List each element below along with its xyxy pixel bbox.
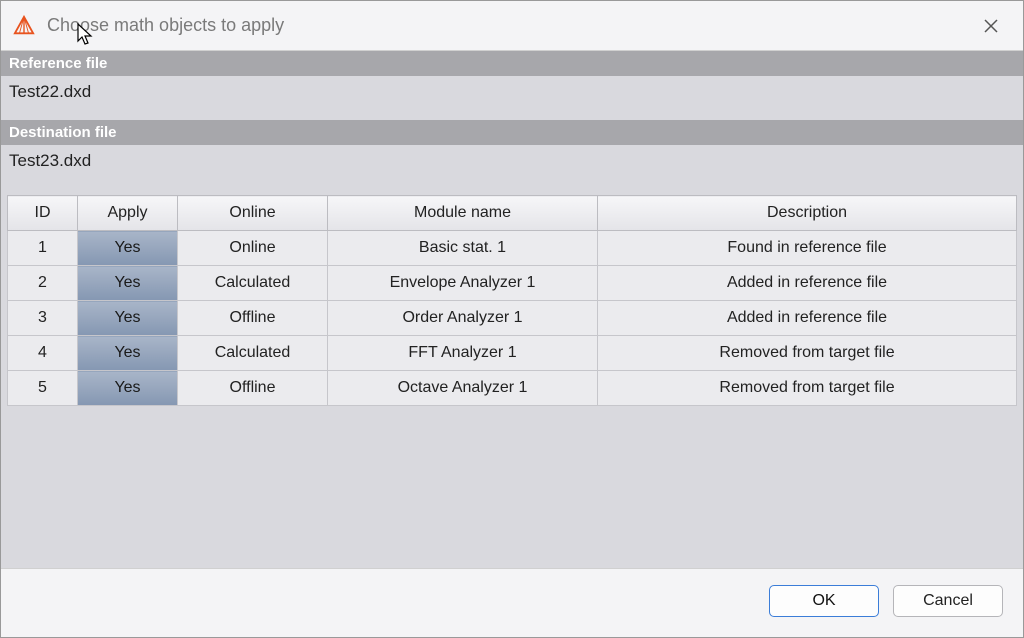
table-row[interactable]: 2 Yes Calculated Envelope Analyzer 1 Add…	[8, 266, 1017, 301]
cell-module: Octave Analyzer 1	[328, 371, 598, 406]
cell-description: Found in reference file	[598, 231, 1017, 266]
table-row[interactable]: 3 Yes Offline Order Analyzer 1 Added in …	[8, 301, 1017, 336]
cell-id: 2	[8, 266, 78, 301]
col-header-module[interactable]: Module name	[328, 196, 598, 231]
table-header-row: ID Apply Online Module name Description	[8, 196, 1017, 231]
cell-description: Removed from target file	[598, 371, 1017, 406]
app-icon	[13, 15, 35, 37]
cell-apply[interactable]: Yes	[78, 266, 178, 301]
reference-file-value: Test22.dxd	[1, 76, 1023, 120]
cell-apply[interactable]: Yes	[78, 336, 178, 371]
dialog: Choose math objects to apply Reference f…	[0, 0, 1024, 638]
cell-apply[interactable]: Yes	[78, 371, 178, 406]
close-button[interactable]	[971, 6, 1011, 46]
objects-table: ID Apply Online Module name Description …	[7, 195, 1017, 406]
cell-id: 1	[8, 231, 78, 266]
table-row[interactable]: 5 Yes Offline Octave Analyzer 1 Removed …	[8, 371, 1017, 406]
cell-apply[interactable]: Yes	[78, 301, 178, 336]
cell-id: 3	[8, 301, 78, 336]
cell-online: Offline	[178, 371, 328, 406]
cell-module: FFT Analyzer 1	[328, 336, 598, 371]
titlebar: Choose math objects to apply	[1, 1, 1023, 51]
table-row[interactable]: 1 Yes Online Basic stat. 1 Found in refe…	[8, 231, 1017, 266]
ok-button[interactable]: OK	[769, 585, 879, 617]
cell-id: 5	[8, 371, 78, 406]
cell-id: 4	[8, 336, 78, 371]
table-container: ID Apply Online Module name Description …	[1, 189, 1023, 568]
cell-description: Added in reference file	[598, 266, 1017, 301]
cell-online: Online	[178, 231, 328, 266]
cell-online: Calculated	[178, 266, 328, 301]
cell-module: Order Analyzer 1	[328, 301, 598, 336]
cancel-button[interactable]: Cancel	[893, 585, 1003, 617]
cell-online: Calculated	[178, 336, 328, 371]
cell-online: Offline	[178, 301, 328, 336]
col-header-description[interactable]: Description	[598, 196, 1017, 231]
destination-file-value: Test23.dxd	[1, 145, 1023, 189]
cell-module: Basic stat. 1	[328, 231, 598, 266]
col-header-online[interactable]: Online	[178, 196, 328, 231]
table-row[interactable]: 4 Yes Calculated FFT Analyzer 1 Removed …	[8, 336, 1017, 371]
button-bar: OK Cancel	[1, 568, 1023, 637]
cell-description: Removed from target file	[598, 336, 1017, 371]
reference-file-header: Reference file	[1, 51, 1023, 76]
close-icon	[984, 19, 998, 33]
dialog-title: Choose math objects to apply	[47, 15, 971, 36]
col-header-apply[interactable]: Apply	[78, 196, 178, 231]
cell-module: Envelope Analyzer 1	[328, 266, 598, 301]
destination-file-header: Destination file	[1, 120, 1023, 145]
cell-description: Added in reference file	[598, 301, 1017, 336]
cell-apply[interactable]: Yes	[78, 231, 178, 266]
col-header-id[interactable]: ID	[8, 196, 78, 231]
